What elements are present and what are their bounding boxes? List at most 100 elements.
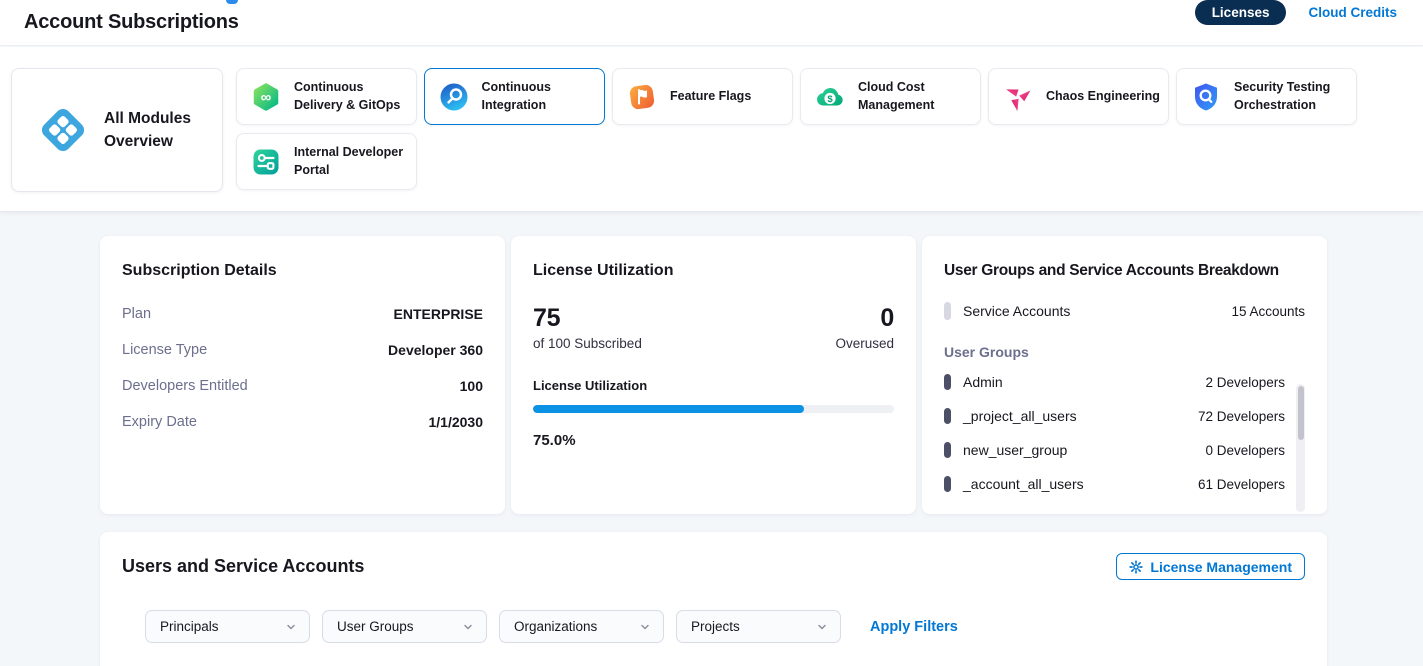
user-group-marker [944,476,951,492]
licenses-tab-button[interactable]: Licenses [1195,0,1287,25]
module-card-chaos-engineering[interactable]: Chaos Engineering [988,68,1169,125]
feature-flags-icon [626,81,658,113]
filter-dropdowns: Principals User Groups [145,610,853,643]
license-utilization-card: License Utilization 75 of 100 Subscribed… [511,236,916,514]
all-modules-overview-card[interactable]: All Modules Overview [11,68,223,192]
detail-label: Developers Entitled [122,378,248,394]
service-accounts-value: 15 Accounts [1231,304,1305,319]
detail-label: Plan [122,306,151,322]
filter-dropdown[interactable]: Projects [676,610,841,643]
filter-dropdown-label: Principals [160,619,219,634]
user-group-marker [944,408,951,424]
cloud-credits-link[interactable]: Cloud Credits [1308,5,1397,20]
subscription-detail-rows: Plan ENTERPRISE License Type Developer 3… [122,296,483,440]
chaos-icon [1002,81,1034,113]
user-group-name: _account_all_users [963,476,1084,492]
svg-text:∞: ∞ [261,89,272,106]
user-group-value: 61 Developers [1198,477,1285,492]
license-management-label: License Management [1150,559,1292,575]
license-management-button[interactable]: License Management [1116,553,1305,580]
summary-cards-row: Subscription Details Plan ENTERPRISE Lic… [100,236,1327,514]
user-group-value: 72 Developers [1198,409,1285,424]
service-accounts-marker [944,302,951,320]
users-section-header: Users and Service Accounts License Ma [100,532,1327,580]
module-label: Cloud Cost Management [858,79,974,114]
module-card-continuous-integration[interactable]: Continuous Integration [424,68,605,125]
page-title: Account Subscriptions [24,11,239,34]
service-accounts-row: Service Accounts 15 Accounts [944,302,1305,320]
user-group-marker [944,374,951,390]
service-accounts-label: Service Accounts [963,303,1070,319]
chevron-down-icon [462,621,474,633]
user-group-row: new_user_group 0 Developers [944,433,1285,467]
user-group-name: _project_all_users [963,408,1077,424]
utilization-progress-fill [533,405,804,413]
detail-row: Plan ENTERPRISE [122,296,483,332]
detail-label: Expiry Date [122,414,197,430]
chevron-down-icon [639,621,651,633]
module-card-internal-developer-portal[interactable]: Internal Developer Portal [236,133,417,190]
overused-caption: Overused [835,336,894,351]
modules-strip: All Modules Overview ∞ Continuous Delive… [0,47,1423,212]
idp-icon [250,146,282,178]
user-groups-header: User Groups [944,344,1305,360]
scrollbar[interactable] [1296,384,1305,512]
user-group-value: 2 Developers [1205,375,1285,390]
subscribed-block: 75 of 100 Subscribed [533,304,642,351]
page-header: Account Subscriptions Licenses Cloud Cre… [0,0,1423,46]
overused-block: 0 Overused [835,304,894,351]
license-utilization-title: License Utilization [533,262,894,280]
scrollbar-thumb[interactable] [1298,386,1304,440]
chevron-down-icon [285,621,297,633]
detail-row: License Type Developer 360 [122,332,483,368]
breakdown-title: User Groups and Service Accounts Breakdo… [944,262,1305,280]
users-section-title: Users and Service Accounts [122,556,364,577]
module-label: Security Testing Orchestration [1234,79,1350,114]
cloud-cost-icon: $ [814,81,846,113]
user-group-name: Admin [963,374,1003,390]
all-modules-overview-label: All Modules Overview [104,107,198,154]
user-group-marker [944,442,951,458]
user-group-row: _project_all_users 72 Developers [944,399,1285,433]
filter-dropdown[interactable]: Organizations [499,610,664,643]
overused-count: 0 [835,304,894,333]
subscribed-count: 75 [533,304,642,333]
user-group-name: new_user_group [963,442,1067,458]
module-card-security-testing[interactable]: Security Testing Orchestration [1176,68,1357,125]
user-group-row: _account_all_users 61 Developers [944,467,1285,501]
user-group-row: Admin 2 Developers [944,365,1285,399]
utilization-bar-label: License Utilization [533,378,894,393]
svg-text:$: $ [827,94,833,105]
usage-summary-row: 75 of 100 Subscribed 0 Overused [533,304,894,351]
chevron-down-icon [816,621,828,633]
module-label: Chaos Engineering [1046,88,1162,106]
detail-row: Expiry Date 1/1/2030 [122,404,483,440]
module-label: Continuous Delivery & GitOps [294,79,410,114]
filter-dropdown[interactable]: Principals [145,610,310,643]
gear-icon [1129,560,1143,574]
cd-gitops-icon: ∞ [250,81,282,113]
subscription-details-card: Subscription Details Plan ENTERPRISE Lic… [100,236,505,514]
module-card-feature-flags[interactable]: Feature Flags [612,68,793,125]
utilization-progress-track [533,405,894,413]
filter-dropdown-label: User Groups [337,619,414,634]
module-label: Continuous Integration [482,79,599,114]
module-card-continuous-delivery[interactable]: ∞ Continuous Delivery & GitOps [236,68,417,125]
module-card-cloud-cost[interactable]: $ Cloud Cost Management [800,68,981,125]
apply-filters-link[interactable]: Apply Filters [870,619,958,635]
security-shield-icon [1190,81,1222,113]
breakdown-card: User Groups and Service Accounts Breakdo… [922,236,1327,514]
detail-row: Developers Entitled 100 [122,368,483,404]
all-modules-icon [37,104,89,156]
filter-dropdown-label: Projects [691,619,740,634]
user-group-value: 0 Developers [1205,443,1285,458]
filter-dropdown-label: Organizations [514,619,597,634]
filter-dropdown[interactable]: User Groups [322,610,487,643]
account-subscriptions-page: Account Subscriptions Licenses Cloud Cre… [0,0,1423,666]
filters-row: Principals User Groups [100,610,1327,643]
users-service-accounts-card: Users and Service Accounts License Ma [100,532,1327,666]
subscription-details-title: Subscription Details [122,262,483,280]
module-label: Feature Flags [670,88,786,106]
header-actions: Licenses Cloud Credits [1195,0,1397,25]
user-groups-list: Admin 2 Developers _project_all_users 72… [944,365,1305,501]
